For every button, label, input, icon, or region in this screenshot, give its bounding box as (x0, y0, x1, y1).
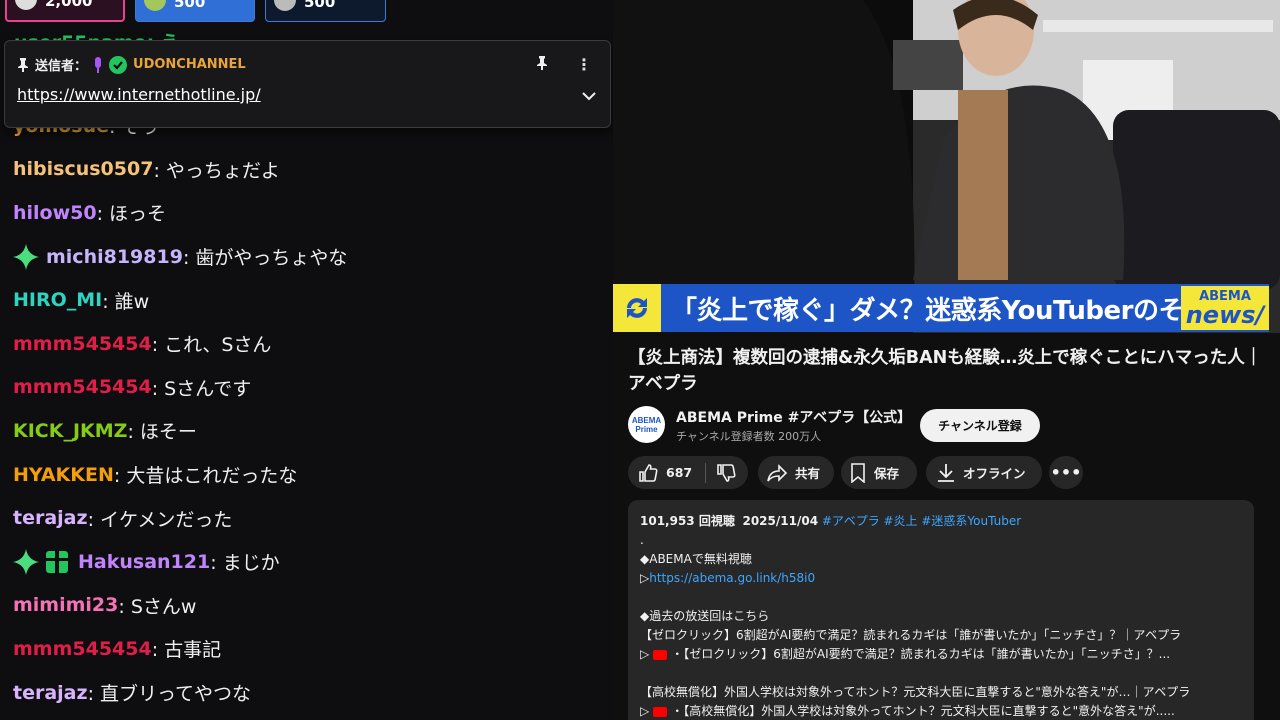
caption-text: 「炎上で稼ぐ」ダメ？迷惑系YouTuberのその後 (671, 295, 1236, 326)
pin-icon (18, 57, 28, 72)
description-meta: 101,953 回視聴 2025/11/04 #アベプラ #炎上 #迷惑系You… (640, 514, 1022, 528)
chat-text: : ほそー (127, 421, 197, 444)
share-icon (767, 463, 787, 482)
chat-username[interactable]: Hakusan121 (78, 551, 210, 573)
subscriber-count: チャンネル登録者数 200万人 (676, 430, 822, 443)
more-options-icon[interactable]: ⋮ (576, 55, 592, 74)
chat-message: terajaz: イケメンだった (0, 496, 613, 540)
chat-text: : やっちょだよ (153, 159, 280, 182)
channel-name[interactable]: ABEMA Prime #アベプラ【公式】 (676, 407, 911, 427)
gift-amount: 2,000 (45, 0, 93, 10)
chat-username[interactable]: mmm545454 (13, 638, 152, 660)
chat-text: : Sさんw (118, 595, 197, 618)
refresh-icon (613, 284, 661, 332)
chat-text: : ほっそ (96, 203, 167, 226)
description-video-link[interactable]: ▷ ・【ゼロクリック】6割超がAI要約で満足？読まれるカギは「誰が書いたか」「ニッ… (640, 645, 1242, 664)
like-button[interactable]: 687 (628, 456, 692, 489)
chat-message: Hakusan121: まじか (0, 540, 613, 584)
sender-name[interactable]: UDONCHANNEL (133, 57, 246, 72)
abema-news-logo: ABEMA news/ (1181, 286, 1269, 330)
gift-item[interactable]: 2,000 (5, 0, 125, 22)
chat-text: : 歯がやっちょやな (182, 247, 348, 270)
chat-username[interactable]: michi819819 (46, 246, 183, 268)
microphone-icon (95, 56, 102, 73)
youtube-icon (653, 706, 668, 717)
chat-username[interactable]: KICK_JKMZ (13, 420, 127, 442)
gift-amount: 500 (304, 0, 336, 11)
verified-icon (109, 55, 128, 74)
chat-message: hilow50: ほっそ (0, 191, 613, 235)
chat-username[interactable]: hilow50 (13, 202, 97, 224)
chat-username[interactable]: terajaz (13, 682, 88, 704)
chat-message: michi819819: 歯がやっちょやな (0, 235, 613, 279)
dislike-button[interactable] (706, 456, 736, 489)
chat-message: KICK_JKMZ: ほそー (0, 409, 613, 453)
video-player[interactable]: 「炎上で稼ぐ」ダメ？迷惑系YouTuberのその後 ABEMA news/ (613, 0, 1280, 333)
chat-message: hibiscus0507: やっちょだよ (0, 148, 613, 192)
more-actions-button[interactable]: ••• (1049, 456, 1083, 489)
pinned-link[interactable]: https://www.internethotline.jp/ (17, 85, 261, 104)
chat-text: : Sさんです (151, 377, 252, 400)
hashtags[interactable]: #アベプラ #炎上 #迷惑系YouTuber (822, 514, 1021, 528)
download-icon (938, 463, 954, 482)
description-link[interactable]: https://abema.go.link/h58i0 (649, 571, 815, 585)
share-button[interactable]: 共有 (758, 456, 834, 489)
pinned-header: 送信者： UDONCHANNEL (17, 55, 246, 74)
youtube-icon (653, 649, 668, 660)
chat-text: : 誰w (102, 290, 150, 313)
chat-text: : イケメンだった (87, 508, 233, 531)
gift-item[interactable]: 500 (135, 0, 255, 22)
download-button[interactable]: オフライン (926, 456, 1042, 489)
chat-username[interactable]: HYAKKEN (13, 464, 114, 486)
chat-message: HIRO_MI: 誰w (0, 278, 613, 322)
chat-message-list: yomosue: そうhibiscus0507: やっちょだよhilow50: … (0, 104, 613, 714)
gift-item[interactable]: 500 (265, 0, 386, 22)
chevron-down-icon[interactable] (582, 91, 596, 101)
more-horizontal-icon: ••• (1050, 463, 1082, 482)
chat-text: : 直ブリってやつな (87, 683, 252, 706)
chat-panel: 2,000 500 500 user55name: え yomosue: そうh… (0, 0, 613, 720)
save-button[interactable]: 保存 (841, 456, 917, 489)
supporter-avatar (15, 0, 37, 10)
chat-message: mimimi23: Sさんw (0, 584, 613, 628)
like-dislike-group: 687 (628, 456, 748, 489)
video-caption-banner: 「炎上で稼ぐ」ダメ？迷惑系YouTuberのその後 ABEMA news/ (613, 284, 1269, 332)
chat-text: : 大昔はこれだったな (113, 465, 298, 488)
chat-username[interactable]: hibiscus0507 (13, 158, 153, 180)
chat-text: : まじか (210, 552, 280, 575)
sparkle-badge-icon[interactable] (13, 548, 39, 575)
subscribe-button[interactable]: チャンネル登録 (920, 409, 1040, 442)
chat-username[interactable]: HIRO_MI (13, 289, 102, 311)
chat-message: HYAKKEN: 大昔はこれだったな (0, 453, 613, 497)
chat-message: mmm545454: 古事記 (0, 627, 613, 671)
supporter-avatar (144, 0, 166, 11)
chat-username[interactable]: mimimi23 (13, 594, 118, 616)
description-video-link[interactable]: ▷ ・【高校無償化】外国人学校は対象外ってホント？元文科大臣に直撃すると"意外な答… (640, 702, 1242, 720)
chat-message: terajaz: 直ブリってやつな (0, 671, 613, 715)
chat-username[interactable]: mmm545454 (13, 376, 152, 398)
channel-avatar[interactable]: ABEMA Prime (628, 406, 665, 443)
pinned-message[interactable]: 送信者： UDONCHANNEL https://www.internethot… (4, 40, 611, 128)
like-count: 687 (666, 465, 693, 480)
video-title: 【炎上商法】複数回の逮捕&永久垢BANも経験…炎上で稼ぐことにハマった人｜アベプ… (628, 348, 1263, 394)
chat-message: mmm545454: これ、Sさん (0, 322, 613, 366)
chat-username[interactable]: terajaz (13, 507, 88, 529)
gift-amount: 500 (174, 0, 206, 11)
supporter-avatar (274, 0, 296, 11)
chat-message: mmm545454: Sさんです (0, 366, 613, 410)
thumbs-up-icon (639, 463, 658, 482)
sparkle-badge-icon[interactable] (13, 243, 39, 270)
bookmark-icon (851, 462, 865, 483)
sender-label: 送信者： (35, 59, 88, 74)
video-description[interactable]: 101,953 回視聴 2025/11/04 #アベプラ #炎上 #迷惑系You… (628, 500, 1254, 720)
unpin-icon[interactable] (536, 55, 548, 71)
chat-text: : これ、Sさん (151, 334, 272, 357)
gift-bar: 2,000 500 500 (0, 0, 613, 22)
gift-badge-icon[interactable] (46, 550, 68, 573)
chat-text: : 古事記 (151, 639, 222, 662)
thumbs-down-icon (717, 463, 736, 482)
chat-username[interactable]: mmm545454 (13, 333, 152, 355)
youtube-panel: 「炎上で稼ぐ」ダメ？迷惑系YouTuberのその後 ABEMA news/ 【炎… (613, 0, 1280, 720)
